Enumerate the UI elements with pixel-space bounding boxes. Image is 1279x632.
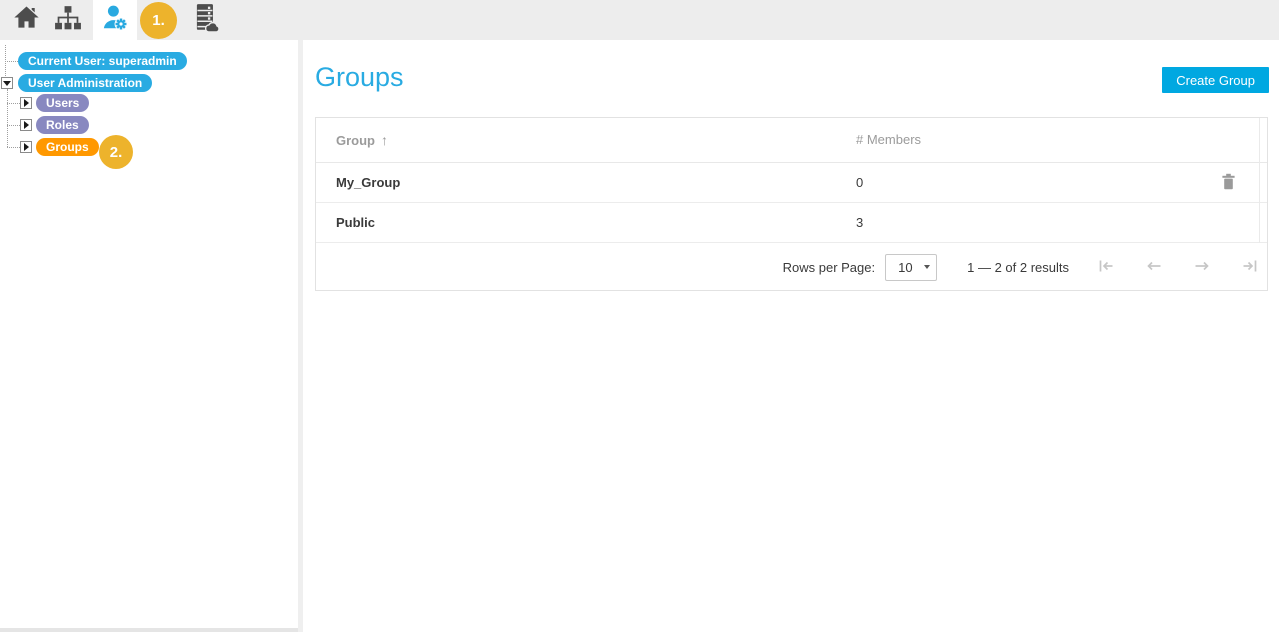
table-row[interactable]: My_Group 0 — [316, 163, 1267, 203]
expand-toggle-roles[interactable] — [20, 119, 32, 131]
user-admin-icon — [100, 3, 130, 38]
roles-label: Roles — [46, 118, 79, 132]
sidebar-horizontal-scrollbar[interactable] — [0, 628, 298, 632]
last-page-icon — [1240, 256, 1260, 279]
table-scroll-gutter — [1259, 118, 1260, 243]
tree-node-current-user[interactable]: Current User: superadmin — [18, 52, 187, 70]
triangle-down-icon — [3, 81, 11, 86]
user-administration-label: User Administration — [28, 76, 142, 90]
top-toolbar: 1. — [0, 0, 1279, 40]
user-admin-tab[interactable] — [93, 0, 137, 40]
expand-toggle-users[interactable] — [20, 97, 32, 109]
step-1-badge: 1. — [140, 2, 177, 39]
triangle-right-icon — [24, 121, 29, 129]
home-icon — [13, 4, 40, 36]
trash-icon — [1221, 173, 1236, 193]
home-button[interactable] — [6, 0, 46, 40]
tree-connector — [7, 125, 20, 126]
tree-node-roles[interactable]: Roles — [36, 116, 89, 134]
users-label: Users — [46, 96, 79, 110]
rows-per-page-value: 10 — [898, 260, 912, 275]
previous-page-button[interactable] — [1143, 256, 1165, 278]
tree-node-groups[interactable]: Groups — [36, 138, 99, 156]
tree-connector — [7, 89, 8, 147]
groups-label: Groups — [46, 140, 89, 154]
members-count-cell: 3 — [856, 215, 863, 230]
groups-table: Group ↑ # Members My_Group 0 Public 3 — [315, 117, 1268, 291]
tree-node-users[interactable]: Users — [36, 94, 89, 112]
caret-down-icon — [924, 265, 930, 269]
page-title: Groups — [315, 62, 404, 93]
group-column-label: Group — [336, 133, 375, 148]
table-row[interactable]: Public 3 — [316, 203, 1267, 243]
tree-connector — [7, 147, 20, 148]
column-header-group[interactable]: Group ↑ — [336, 132, 388, 148]
collapse-toggle-user-administration[interactable] — [1, 77, 13, 89]
expand-toggle-groups[interactable] — [20, 141, 32, 153]
current-user-label: Current User: superadmin — [28, 54, 177, 68]
step-1-badge-label: 1. — [152, 12, 165, 29]
first-page-button[interactable] — [1095, 256, 1117, 278]
delete-group-button[interactable] — [1217, 172, 1239, 194]
first-page-icon — [1096, 256, 1116, 279]
create-group-button[interactable]: Create Group — [1162, 67, 1269, 93]
results-count-text: 1 — 2 of 2 results — [967, 260, 1069, 275]
org-chart-icon — [54, 5, 82, 36]
step-2-badge: 2. — [99, 135, 133, 169]
tree-node-user-administration[interactable]: User Administration — [18, 74, 152, 92]
last-page-button[interactable] — [1239, 256, 1261, 278]
triangle-right-icon — [24, 143, 29, 151]
tree-connector — [7, 103, 20, 104]
org-chart-button[interactable] — [48, 0, 88, 40]
next-page-icon — [1192, 256, 1212, 279]
sort-ascending-icon: ↑ — [381, 132, 388, 148]
pagination-bar: Rows per Page: 10 1 — 2 of 2 results — [316, 244, 1267, 290]
rows-per-page-select[interactable]: 10 — [885, 254, 937, 281]
table-header-row: Group ↑ # Members — [316, 118, 1267, 163]
step-2-badge-label: 2. — [110, 144, 123, 161]
group-name-cell: Public — [336, 215, 375, 230]
panel-divider — [298, 40, 303, 632]
server-icon — [192, 3, 220, 38]
members-column-label: # Members — [856, 132, 921, 147]
sidebar-tree: Current User: superadmin User Administra… — [0, 40, 298, 632]
triangle-right-icon — [24, 99, 29, 107]
next-page-button[interactable] — [1191, 256, 1213, 278]
previous-page-icon — [1144, 256, 1164, 279]
column-header-members[interactable]: # Members — [856, 132, 921, 147]
tree-connector — [5, 61, 18, 62]
rows-per-page-label: Rows per Page: — [783, 260, 876, 275]
members-count-cell: 0 — [856, 175, 863, 190]
group-name-cell: My_Group — [336, 175, 400, 190]
server-button[interactable] — [186, 0, 226, 40]
